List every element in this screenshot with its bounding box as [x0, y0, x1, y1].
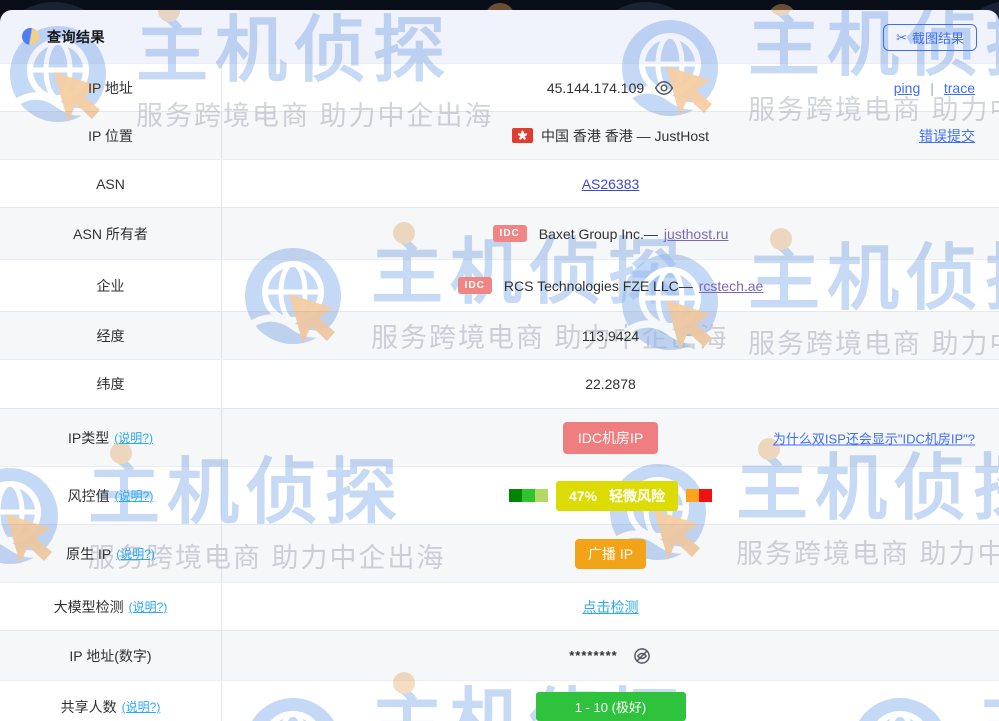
- screenshot-result-button[interactable]: ✂ 截图结果: [883, 24, 977, 51]
- row-label: IP 地址: [88, 78, 133, 98]
- table-row-asn-owner: ASN 所有者 IDC Baxet Group Inc.— justhost.r…: [0, 207, 999, 259]
- screenshot-button-label: 截图结果: [912, 28, 964, 47]
- result-header: 查询结果 ✂ 截图结果: [0, 10, 999, 63]
- table-row-native-ip: 原生 IP (说明?) 广播 IP: [0, 524, 999, 582]
- table-row-ip-type: IP类型 (说明?) IDC机房IP 为什么双ISP还会显示"IDC机房IP"?: [0, 408, 999, 466]
- risk-score-badge: 47% 轻微风险: [556, 481, 678, 511]
- result-panel: 主机侦探服务跨境电商 助力中企出海 主机侦探服务跨境电商 助力中企出海 主机侦探…: [0, 10, 999, 721]
- scissors-icon: ✂: [896, 30, 907, 46]
- asn-owner-value: Baxet Group Inc.—: [539, 226, 658, 242]
- row-label: IP 地址(数字): [69, 646, 151, 666]
- longitude-value: 113.9424: [582, 328, 639, 344]
- link-separator: |: [930, 80, 934, 96]
- explain-link[interactable]: (说明?): [114, 429, 153, 446]
- risk-meter: 47% 轻微风险: [509, 481, 712, 511]
- row-label: IP 位置: [88, 126, 133, 146]
- location-value: 中国 香港 香港 — JustHost: [541, 126, 709, 146]
- trace-link[interactable]: trace: [944, 80, 975, 96]
- risk-level: 轻微风险: [609, 488, 665, 504]
- table-row-ip: IP 地址 45.144.174.109 ping | trace: [0, 63, 999, 111]
- idc-badge: IDC: [493, 225, 527, 242]
- company-site-link[interactable]: rcstech.ae: [699, 278, 764, 294]
- table-row-location: IP 位置 中国 香港 香港 — JustHost 错误提交: [0, 111, 999, 159]
- idc-room-ip-badge: IDC机房IP: [563, 422, 658, 454]
- row-label: 大模型检测: [54, 597, 124, 617]
- table-row-company: 企业 IDC RCS Technologies FZE LLC— rcstech…: [0, 259, 999, 311]
- logo-sphere-icon: [22, 28, 39, 45]
- click-detect-link[interactable]: 点击检测: [583, 597, 639, 617]
- asn-owner-site-link[interactable]: justhost.ru: [664, 226, 729, 242]
- broadcast-ip-badge: 广播 IP: [575, 539, 646, 569]
- row-label: ASN: [96, 176, 125, 192]
- explain-link[interactable]: (说明?): [116, 545, 155, 562]
- row-label: ASN 所有者: [73, 224, 148, 244]
- why-dual-isp-link[interactable]: 为什么双ISP还会显示"IDC机房IP"?: [773, 428, 975, 447]
- idc-badge: IDC: [458, 277, 492, 294]
- explain-link[interactable]: (说明?): [129, 598, 168, 615]
- table-row-latitude: 纬度 22.2878: [0, 359, 999, 408]
- risk-segment: [686, 489, 699, 502]
- table-row-longitude: 经度 113.9424: [0, 311, 999, 359]
- company-value: RCS Technologies FZE LLC—: [504, 278, 693, 294]
- table-row-asn: ASN AS26383: [0, 159, 999, 207]
- eye-off-icon[interactable]: [632, 646, 652, 666]
- latitude-value: 22.2878: [585, 376, 636, 392]
- row-label: 企业: [97, 276, 125, 296]
- risk-segment: [699, 489, 712, 502]
- asn-link[interactable]: AS26383: [582, 176, 640, 192]
- shared-count-badge: 1 - 10 (极好): [536, 692, 686, 721]
- ping-link[interactable]: ping: [894, 80, 920, 96]
- page-title: 查询结果: [47, 27, 105, 47]
- error-submit-link[interactable]: 错误提交: [919, 126, 975, 146]
- ip-address-value: 45.144.174.109: [547, 80, 644, 96]
- eye-icon[interactable]: [654, 78, 674, 98]
- row-label: 纬度: [97, 374, 125, 394]
- table-row-llm-check: 大模型检测 (说明?) 点击检测: [0, 582, 999, 630]
- hk-flag-icon: [512, 128, 533, 143]
- row-label: 风控值: [68, 486, 110, 506]
- table-row-shared-count: 共享人数 (说明?) 1 - 10 (极好): [0, 680, 999, 721]
- table-row-ip-numeric: IP 地址(数字) ********: [0, 630, 999, 680]
- risk-segment: [522, 489, 535, 502]
- explain-link[interactable]: (说明?): [122, 698, 161, 715]
- risk-percent: 47%: [569, 488, 597, 504]
- row-label: 经度: [97, 326, 125, 346]
- row-label: 共享人数: [61, 697, 117, 717]
- risk-segment: [535, 489, 548, 502]
- table-row-risk-score: 风控值 (说明?) 47% 轻微风险: [0, 466, 999, 524]
- row-label: 原生 IP: [66, 544, 111, 564]
- masked-ip-numeric-value: ********: [569, 648, 617, 663]
- explain-link[interactable]: (说明?): [115, 487, 154, 504]
- row-label: IP类型: [68, 428, 109, 448]
- risk-segment: [509, 489, 522, 502]
